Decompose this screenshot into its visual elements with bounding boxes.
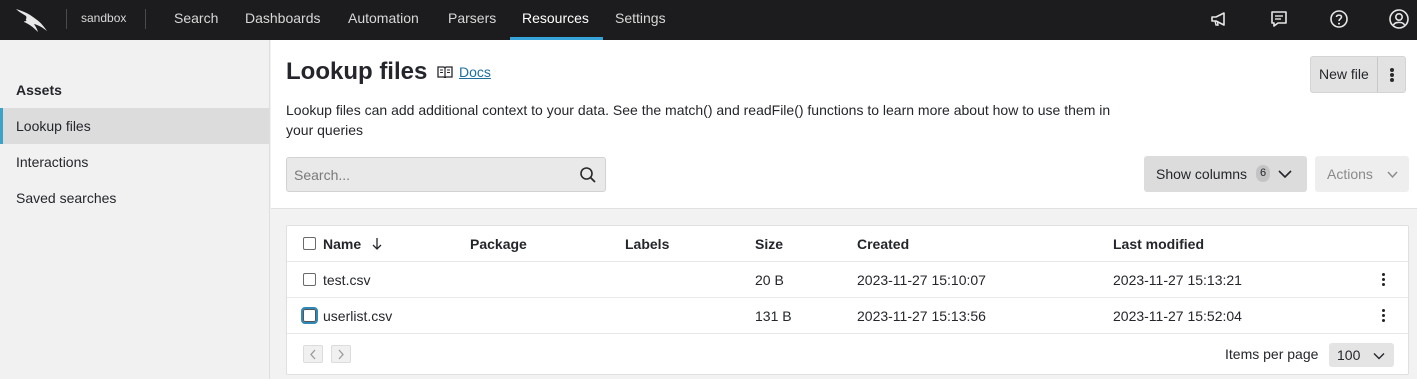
sidebar-item-interactions[interactable]: Interactions: [0, 144, 269, 180]
docs-link[interactable]: Docs: [459, 64, 491, 80]
column-header-last-modified[interactable]: Last modified: [1113, 236, 1204, 252]
nav-search[interactable]: Search: [174, 0, 218, 40]
file-last-modified: 2023-11-27 15:13:21: [1113, 272, 1242, 288]
environment-label: sandbox: [81, 11, 127, 25]
items-per-page-label: Items per page: [1225, 346, 1319, 362]
sort-descending-icon[interactable]: [371, 237, 383, 251]
book-icon: [437, 66, 453, 78]
nav-automation[interactable]: Automation: [348, 0, 419, 40]
select-all-checkbox[interactable]: [303, 237, 316, 250]
actions-label: Actions: [1327, 166, 1373, 182]
chevron-down-icon: [1373, 353, 1385, 360]
sidebar-item-label: Interactions: [16, 154, 89, 170]
sidebar-item-label: Saved searches: [16, 190, 117, 206]
chevron-left-icon: [310, 349, 316, 360]
show-columns-label: Show columns: [1156, 166, 1248, 182]
items-per-page-select[interactable]: 100: [1329, 343, 1394, 367]
nav-resources[interactable]: Resources: [522, 0, 589, 40]
feedback-icon[interactable]: [1268, 8, 1290, 30]
more-vertical-icon: [1389, 68, 1394, 82]
next-page-button[interactable]: [331, 345, 351, 363]
help-icon[interactable]: [1328, 8, 1350, 30]
page-description: Lookup files can add additional context …: [286, 102, 1111, 138]
lookup-files-table: Name Package Labels Size Created Last mo…: [286, 225, 1409, 375]
file-created: 2023-11-27 15:10:07: [857, 272, 986, 288]
new-file-button[interactable]: New file: [1311, 57, 1377, 92]
sidebar-item-lookup-files[interactable]: Lookup files: [0, 108, 269, 144]
show-columns-button[interactable]: Show columns 6: [1144, 156, 1307, 192]
divider: [145, 9, 146, 29]
chevron-down-icon: [1278, 170, 1292, 179]
top-navigation-bar: sandbox Search Dashboards Automation Par…: [0, 0, 1417, 40]
column-header-created[interactable]: Created: [857, 236, 909, 252]
actions-button[interactable]: Actions: [1315, 156, 1409, 192]
search-input[interactable]: [287, 158, 567, 191]
divider: [287, 333, 1408, 334]
row-checkbox[interactable]: [301, 307, 318, 324]
file-last-modified: 2023-11-27 15:52:04: [1113, 308, 1242, 324]
column-header-size[interactable]: Size: [755, 236, 783, 252]
divider: [287, 261, 1408, 262]
columns-count-badge: 6: [1256, 165, 1270, 182]
search-icon[interactable]: [579, 166, 597, 184]
file-name[interactable]: userlist.csv: [323, 308, 392, 324]
more-options-button[interactable]: [1376, 57, 1405, 92]
user-avatar-icon[interactable]: [1388, 8, 1410, 30]
row-checkbox[interactable]: [303, 273, 316, 286]
sidebar-item-saved-searches[interactable]: Saved searches: [0, 180, 269, 216]
file-size: 131 B: [755, 308, 792, 324]
row-more-options-icon[interactable]: [1382, 309, 1386, 323]
column-header-labels[interactable]: Labels: [625, 236, 669, 252]
sidebar-item-label: Lookup files: [16, 118, 91, 134]
items-per-page-value: 100: [1337, 347, 1361, 363]
new-file-button-group: New file: [1310, 56, 1406, 93]
previous-page-button[interactable]: [303, 345, 323, 363]
nav-settings[interactable]: Settings: [615, 0, 666, 40]
announcement-icon[interactable]: [1208, 8, 1230, 30]
file-created: 2023-11-27 15:13:56: [857, 308, 986, 324]
nav-dashboards[interactable]: Dashboards: [245, 0, 321, 40]
divider: [66, 9, 67, 29]
search-box: [286, 157, 606, 192]
row-more-options-icon[interactable]: [1382, 273, 1386, 287]
chevron-down-icon: [1387, 171, 1398, 179]
sidebar: Assets Lookup files Interactions Saved s…: [0, 40, 270, 379]
chevron-right-icon: [338, 349, 344, 360]
page-header: Lookup files Docs Lookup files can add a…: [271, 40, 1417, 209]
column-header-name[interactable]: Name: [323, 236, 361, 252]
page-title: Lookup files: [286, 58, 428, 85]
sidebar-heading-assets: Assets: [16, 82, 62, 98]
column-header-package[interactable]: Package: [470, 236, 527, 252]
divider: [287, 297, 1408, 298]
file-size: 20 B: [755, 272, 784, 288]
falcon-logo-icon[interactable]: [14, 6, 50, 34]
file-name[interactable]: test.csv: [323, 272, 370, 288]
nav-parsers[interactable]: Parsers: [448, 0, 496, 40]
